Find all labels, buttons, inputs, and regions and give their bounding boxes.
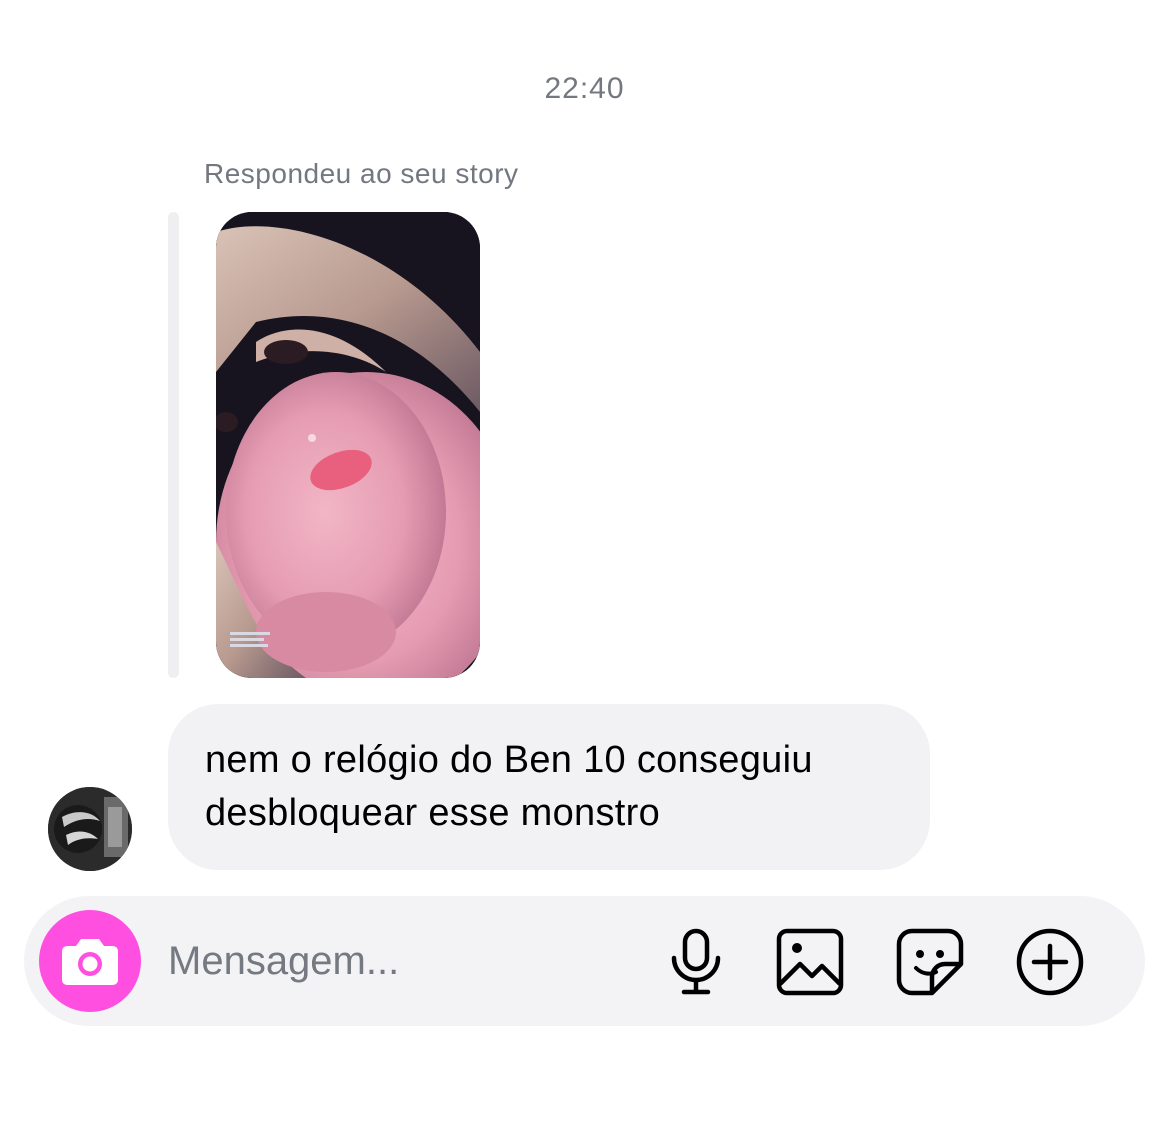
sender-avatar[interactable] xyxy=(48,787,132,871)
sticker-icon xyxy=(896,928,964,996)
dm-thread-screen: 22:40 Respondeu ao seu story nem o relóg… xyxy=(0,0,1169,1126)
reply-quote-bar xyxy=(168,212,179,678)
message-text: nem o relógio do Ben 10 conseguiu desblo… xyxy=(205,739,813,834)
gallery-button[interactable] xyxy=(774,926,846,998)
more-options-button[interactable] xyxy=(1014,926,1086,998)
microphone-icon xyxy=(671,928,721,995)
plus-circle-icon xyxy=(1016,928,1084,996)
message-input[interactable] xyxy=(168,926,638,996)
story-reply-caption: Respondeu ao seu story xyxy=(204,158,519,189)
avatar-photo-icon xyxy=(48,787,132,871)
camera-icon xyxy=(62,939,118,985)
sticker-button[interactable] xyxy=(894,926,966,998)
story-photo-illustration xyxy=(216,212,480,678)
camera-button[interactable] xyxy=(39,910,141,1012)
received-message-bubble[interactable]: nem o relógio do Ben 10 conseguiu desblo… xyxy=(168,704,930,870)
microphone-button[interactable] xyxy=(660,926,732,998)
message-timestamp: 22:40 xyxy=(544,72,625,105)
story-thumbnail[interactable] xyxy=(216,212,480,678)
message-composer xyxy=(24,896,1145,1026)
gallery-icon xyxy=(776,928,844,996)
